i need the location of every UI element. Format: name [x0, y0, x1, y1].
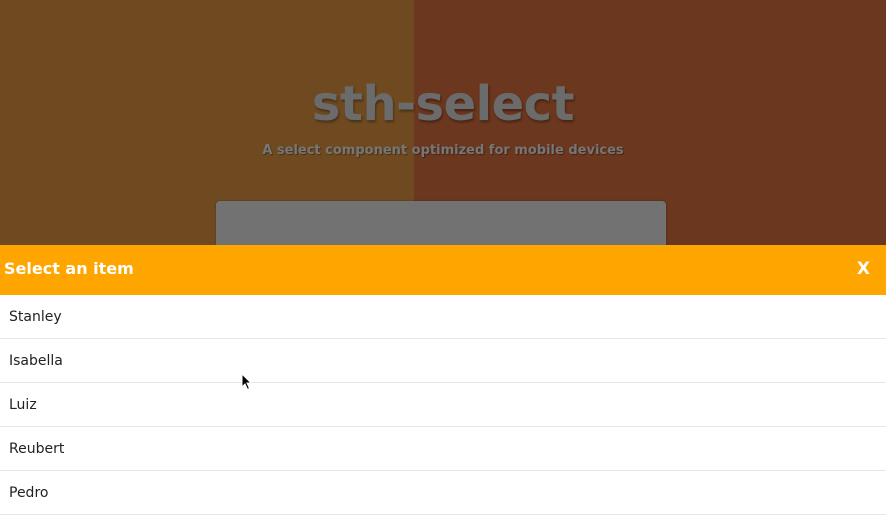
list-item[interactable]: Isabella	[0, 339, 886, 383]
close-button[interactable]: X	[857, 259, 870, 279]
list-item[interactable]: Pedro	[0, 471, 886, 515]
list-item[interactable]: Reubert	[0, 427, 886, 471]
item-list: Stanley Isabella Luiz Reubert Pedro	[0, 295, 886, 515]
page-subtitle: A select component optimized for mobile …	[262, 143, 624, 158]
select-modal: Select an item X Stanley Isabella Luiz R…	[0, 245, 886, 515]
modal-title: Select an item	[4, 259, 134, 278]
list-item[interactable]: Luiz	[0, 383, 886, 427]
modal-header: Select an item X	[0, 245, 886, 295]
page-title: sth-select	[311, 76, 575, 132]
mouse-cursor-icon	[241, 373, 253, 391]
list-item[interactable]: Stanley	[0, 295, 886, 339]
page: sth-select A select component optimized …	[0, 0, 886, 515]
